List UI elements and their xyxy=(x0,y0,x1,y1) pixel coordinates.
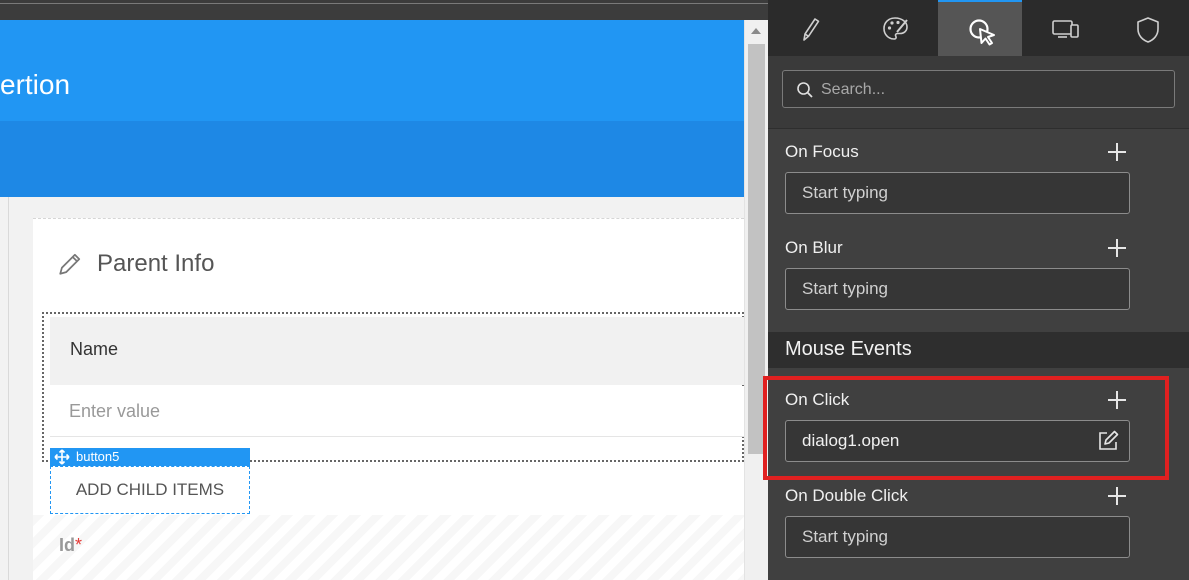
palette-icon xyxy=(883,17,908,40)
on-double-click-label: On Double Click xyxy=(785,486,908,505)
on-blur-label: On Blur xyxy=(785,238,843,257)
name-column-label: Name xyxy=(70,339,119,359)
add-on-double-click-plus-icon[interactable] xyxy=(1106,485,1128,507)
on-double-click-field[interactable]: Start typing xyxy=(785,516,1130,558)
add-on-blur-plus-icon[interactable] xyxy=(1106,237,1128,259)
shield-icon xyxy=(1137,17,1159,43)
on-blur-placeholder: Start typing xyxy=(802,279,888,298)
devices-icon xyxy=(1052,20,1079,38)
canvas-scrollbar[interactable] xyxy=(744,20,768,580)
on-double-click-placeholder: Start typing xyxy=(802,527,888,546)
mouse-events-section-header: Mouse Events xyxy=(768,332,1189,368)
on-blur-field[interactable]: Start typing xyxy=(785,268,1130,310)
name-value-input[interactable]: Enter value xyxy=(50,387,744,437)
tab-events[interactable] xyxy=(938,0,1022,56)
annotation-highlight-box xyxy=(763,376,1169,480)
tab-security[interactable] xyxy=(1105,0,1189,56)
table-header-name: Name xyxy=(50,317,744,385)
on-focus-placeholder: Start typing xyxy=(802,183,888,202)
properties-panel: On Focus Start typing On Blur Start typi… xyxy=(768,0,1189,580)
search-area xyxy=(768,56,1189,129)
scroll-up-arrow-icon[interactable] xyxy=(751,28,761,34)
canvas-top-strip xyxy=(0,0,768,20)
id-label-text: Id xyxy=(59,535,75,555)
parent-info-card[interactable]: Parent Info Name Enter value button5 ADD… xyxy=(33,218,744,580)
card-title: Parent Info xyxy=(97,250,215,277)
on-focus-label: On Focus xyxy=(785,142,859,161)
input-placeholder: Enter value xyxy=(69,401,161,421)
search-box[interactable] xyxy=(782,70,1175,108)
section-title: Mouse Events xyxy=(785,338,912,360)
tab-properties[interactable] xyxy=(768,0,852,56)
panel-tabbar xyxy=(768,0,1189,56)
component-name-label: button5 xyxy=(76,449,120,464)
divider xyxy=(0,3,768,4)
search-icon xyxy=(797,82,813,98)
add-child-items-button[interactable]: ADD CHILD ITEMS xyxy=(50,466,250,514)
app-subbar xyxy=(0,121,744,197)
cursor-click-icon xyxy=(969,19,995,46)
pencil-icon xyxy=(59,253,81,275)
search-input[interactable] xyxy=(819,77,1163,103)
design-canvas: ertion Parent Info Name Enter value butt… xyxy=(0,0,768,580)
pencil-icon xyxy=(803,18,820,41)
on-focus-field[interactable]: Start typing xyxy=(785,172,1130,214)
required-asterisk: * xyxy=(75,535,83,555)
id-field-label: Id* xyxy=(59,535,82,556)
tab-devices[interactable] xyxy=(1021,0,1105,56)
move-icon[interactable] xyxy=(54,449,70,465)
app-title: ertion xyxy=(0,69,71,100)
striped-placeholder-area xyxy=(33,515,744,580)
app-header: ertion xyxy=(0,20,744,121)
add-on-focus-plus-icon[interactable] xyxy=(1106,141,1128,163)
card-header: Parent Info xyxy=(33,219,744,309)
page-left-rule xyxy=(8,197,9,580)
tab-styles[interactable] xyxy=(852,0,936,56)
selected-component-tag[interactable]: button5 xyxy=(50,448,250,466)
